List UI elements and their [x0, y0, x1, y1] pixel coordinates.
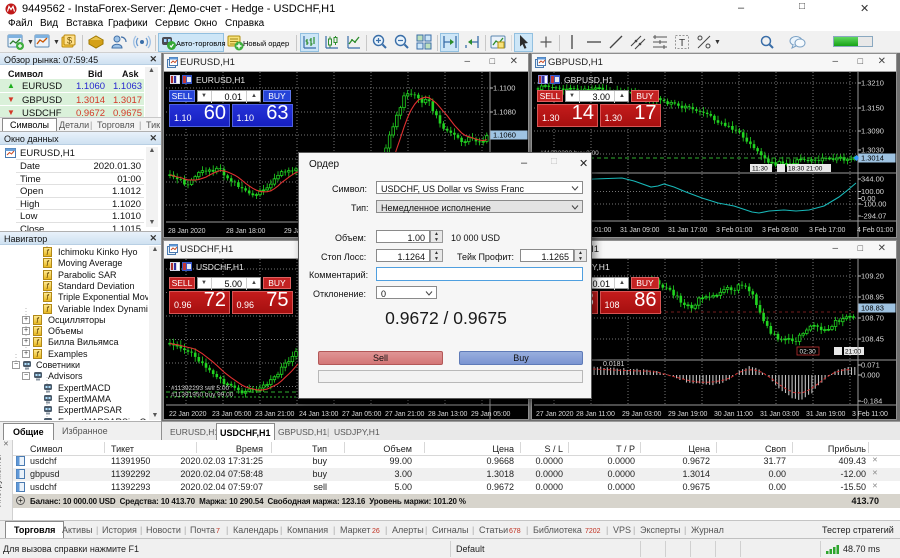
svg-text:109.20: 109.20 — [861, 272, 884, 281]
svg-text:28 Jan 18:00: 28 Jan 18:00 — [226, 228, 265, 235]
svg-text:3 Feb 11:00: 3 Feb 11:00 — [852, 411, 888, 418]
svg-text:-0.184: -0.184 — [861, 397, 882, 406]
svg-text:18:30 21:00: 18:30 21:00 — [788, 166, 823, 173]
svg-text:29 Jan 03:00: 29 Jan 03:00 — [622, 411, 661, 418]
svg-text:22 Jan 2020: 22 Jan 2020 — [169, 411, 207, 418]
svg-text:21:00: 21:00 — [845, 349, 862, 356]
svg-text:1.3090: 1.3090 — [861, 127, 884, 136]
svg-text:T: T — [679, 38, 685, 49]
svg-text:31 Jan 19:00: 31 Jan 19:00 — [806, 411, 845, 418]
svg-text:108.45: 108.45 — [861, 335, 884, 344]
svg-text:02:30: 02:30 — [800, 349, 817, 356]
svg-text:27 Jan 2020: 27 Jan 2020 — [536, 411, 574, 418]
svg-text:23 Jan 21:00: 23 Jan 21:00 — [255, 411, 294, 418]
svg-text:0.071: 0.071 — [861, 361, 880, 370]
svg-text:0.0181: 0.0181 — [603, 361, 625, 368]
svg-text:108.83: 108.83 — [861, 304, 884, 313]
svg-text:3 Feb 01:00: 3 Feb 01:00 — [716, 227, 752, 234]
svg-text:1.3014: 1.3014 — [861, 154, 884, 163]
svg-text:28 Jan 11:00: 28 Jan 11:00 — [576, 411, 615, 418]
svg-text:1.1100: 1.1100 — [493, 84, 515, 93]
svg-text:31 Jan 03:00: 31 Jan 03:00 — [760, 411, 799, 418]
svg-text:28 Jan 13:00: 28 Jan 13:00 — [428, 411, 467, 418]
svg-text:3 Feb 17:00: 3 Feb 17:00 — [809, 227, 845, 234]
svg-text:28 Jan 2020: 28 Jan 2020 — [168, 228, 206, 235]
svg-text:23 Jan 05:00: 23 Jan 05:00 — [212, 411, 251, 418]
svg-text:#11391950 buy 99.00: #11391950 buy 99.00 — [171, 392, 234, 399]
svg-text:3 Feb 09:00: 3 Feb 09:00 — [762, 227, 798, 234]
svg-text:29 Jan 19:00: 29 Jan 19:00 — [668, 411, 707, 418]
svg-text:108.70: 108.70 — [861, 314, 884, 323]
svg-text:31 Jan 09:00: 31 Jan 09:00 — [620, 227, 659, 234]
svg-text:1.3150: 1.3150 — [861, 104, 884, 113]
svg-text:31 Jan 17:00: 31 Jan 17:00 — [668, 227, 707, 234]
svg-text:11:30: 11:30 — [752, 166, 768, 173]
svg-text:1.1060: 1.1060 — [493, 131, 516, 140]
svg-text:4 Feb 01:00: 4 Feb 01:00 — [857, 227, 893, 234]
svg-text:27 Jan 21:00: 27 Jan 21:00 — [385, 411, 424, 418]
svg-text:24 Jan 13:00: 24 Jan 13:00 — [299, 411, 338, 418]
svg-text:27 Jan 05:00: 27 Jan 05:00 — [342, 411, 381, 418]
svg-text:0.000: 0.000 — [861, 371, 880, 380]
svg-text:1.3210: 1.3210 — [861, 79, 884, 88]
svg-text:30 Jan 11:00: 30 Jan 11:00 — [714, 411, 753, 418]
svg-text:-294.07: -294.07 — [861, 212, 886, 221]
svg-text:344.00: 344.00 — [861, 175, 884, 184]
svg-text:1.1080: 1.1080 — [493, 108, 516, 117]
svg-text:-100.00: -100.00 — [861, 200, 886, 209]
svg-text:108.95: 108.95 — [861, 293, 884, 302]
svg-text:29 Jan 05:00: 29 Jan 05:00 — [471, 411, 510, 418]
